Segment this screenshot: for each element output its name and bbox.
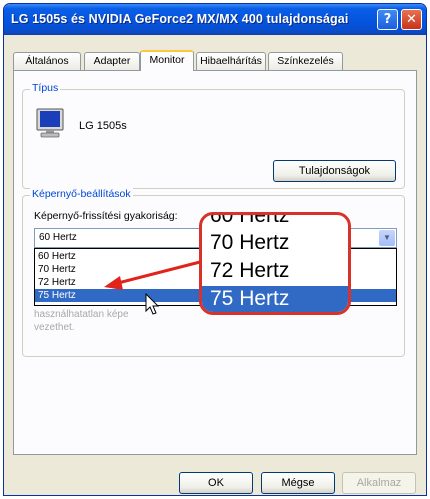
tab-monitor[interactable]: Monitor (140, 50, 194, 71)
properties-button[interactable]: Tulajdonságok (273, 160, 396, 182)
zoom-option-75-hertz: 75 Hertz (202, 286, 348, 312)
type-group-title: Típus (30, 82, 61, 94)
help-icon[interactable]: ? (377, 9, 398, 30)
hint-line-2: vezethet. (34, 322, 75, 333)
screen-settings-title: Képernyő-beállítások (30, 188, 133, 200)
refresh-rate-value: 60 Hertz (39, 232, 77, 243)
tab-color-management[interactable]: Színkezelés (268, 52, 343, 70)
window-title: LG 1505s és NVIDIA GeForce2 MX/MX 400 tu… (11, 12, 349, 26)
type-group: Típus LG 1505s Tulajdonságok (22, 82, 405, 189)
zoom-option-72-hertz: 72 Hertz (210, 259, 290, 282)
zoomed-options-callout: 60 Hertz 70 Hertz 72 Hertz 75 Hertz (199, 212, 351, 315)
ok-button[interactable]: OK (179, 472, 253, 494)
tab-adapter[interactable]: Adapter (84, 52, 140, 70)
refresh-rate-label: Képernyő-frissítési gyakoriság: (34, 210, 178, 222)
cancel-button[interactable]: Mégse (261, 472, 335, 494)
chevron-down-icon[interactable]: ▼ (379, 230, 395, 246)
monitor-name: LG 1505s (79, 120, 127, 132)
zoom-option-60-hertz: 60 Hertz (210, 212, 290, 227)
title-bar[interactable]: LG 1505s és NVIDIA GeForce2 MX/MX 400 tu… (4, 4, 426, 35)
close-icon[interactable]: ✕ (401, 9, 422, 30)
mouse-pointer-icon (145, 293, 160, 315)
monitor-icon (36, 108, 64, 138)
zoom-option-70-hertz: 70 Hertz (210, 231, 290, 254)
apply-button[interactable]: Alkalmaz (342, 472, 416, 494)
tab-troubleshooting[interactable]: Hibaelhárítás (196, 52, 266, 70)
tab-general[interactable]: Általános (13, 52, 81, 70)
